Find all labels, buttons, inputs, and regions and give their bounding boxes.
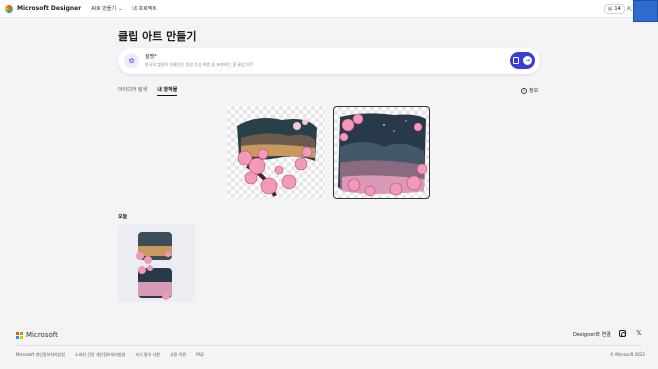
info-button[interactable]: i 정보 xyxy=(521,87,538,94)
footer-link-faq[interactable]: FAQ xyxy=(196,352,204,358)
nav-my-projects[interactable]: 내 프로젝트 xyxy=(132,5,157,12)
clipart-image xyxy=(237,118,317,197)
app-title[interactable]: Microsoft Designer xyxy=(17,5,81,12)
share-icon[interactable]: ⇱ xyxy=(627,6,632,13)
history-section-label: 오늘 xyxy=(118,214,128,220)
chevron-down-icon: ⌄ xyxy=(118,5,123,12)
footer-link-terms[interactable]: 사용 약관 xyxy=(170,352,186,358)
designer-logo-icon[interactable] xyxy=(5,4,13,13)
coin-icon: ◎ xyxy=(608,6,613,12)
footer-brand: Microsoft xyxy=(26,331,58,339)
x-icon[interactable]: 𝕏 xyxy=(636,329,642,337)
nav-create-with-ai[interactable]: AI로 만들기 ⌄ xyxy=(91,5,123,13)
history-thumbnail-image xyxy=(136,232,172,300)
microsoft-logo[interactable]: Microsoft xyxy=(16,331,58,339)
microsoft-logo-icon xyxy=(16,331,23,339)
prompt-box: ✿ 설명* 한국의 벚꽃이 아름다운 풍경 추상 화법 을 표현하는 협 클립 … xyxy=(118,48,540,74)
nav-create-label: AI로 만들기 xyxy=(91,6,117,12)
footer-divider xyxy=(16,345,642,346)
tab-explore-ideas[interactable]: 아이디어 탐색 xyxy=(118,86,147,96)
result-image-2[interactable] xyxy=(333,106,430,199)
nav-projects-label: 내 프로젝트 xyxy=(132,6,157,12)
avatar[interactable] xyxy=(633,0,658,22)
info-icon: i xyxy=(521,87,527,94)
tab-bar: 아이디어 탐색 내 창작물 xyxy=(118,86,178,96)
tab-my-creations[interactable]: 내 창작물 xyxy=(157,86,178,96)
copyright: © Microsoft 2023 xyxy=(610,352,645,357)
footer-link-privacy[interactable]: Microsoft 개인정보처리방침 xyxy=(16,352,65,358)
info-label: 정보 xyxy=(529,88,539,94)
result-image-1[interactable] xyxy=(227,106,325,199)
footer-link-health-privacy[interactable]: 소비자 건강 개인정보처리방침 xyxy=(75,352,125,358)
prompt-input[interactable]: 한국의 벚꽃이 아름다운 풍경 추상 화법 을 표현하는 협 클립 아트 xyxy=(145,62,253,68)
footer-link-notice[interactable]: 지식 통치 사항 xyxy=(135,352,160,358)
generate-button[interactable]: → xyxy=(510,52,535,69)
connect-label: Designer와 연결 xyxy=(573,332,611,338)
clipart-image xyxy=(338,113,428,197)
page-title: 클립 아트 만들기 xyxy=(118,30,197,43)
credits-badge[interactable]: ◎ 14 xyxy=(604,4,625,14)
clipart-icon: ✿ xyxy=(124,53,139,68)
top-bar: Microsoft Designer AI로 만들기 ⌄ 내 프로젝트 xyxy=(0,0,658,18)
footer-links: Microsoft 개인정보처리방침 소비자 건강 개인정보처리방침 지식 통치… xyxy=(16,352,204,358)
credits-count: 14 xyxy=(614,6,621,12)
prompt-label: 설명* xyxy=(145,54,157,60)
instagram-icon[interactable] xyxy=(619,330,626,337)
image-icon xyxy=(513,57,519,64)
arrow-right-icon: → xyxy=(523,56,532,65)
history-thumbnail[interactable] xyxy=(118,224,195,302)
